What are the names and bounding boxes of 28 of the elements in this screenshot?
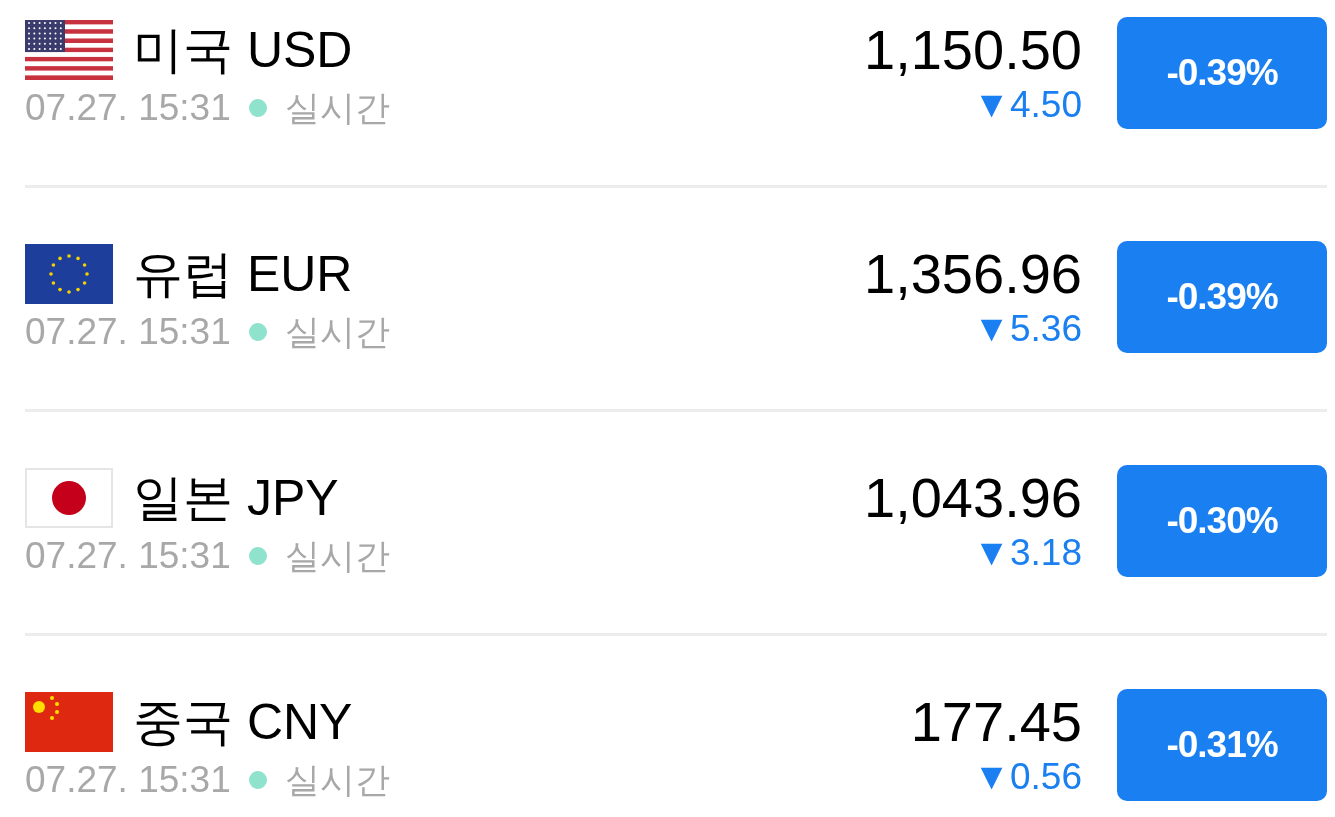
exchange-rate: 177.45 [910, 694, 1082, 750]
rate-change: ▼4.50 [973, 86, 1082, 123]
update-time: 07.27. 15:31 [25, 313, 231, 350]
rate-change: ▼3.18 [973, 534, 1082, 571]
exchange-rate: 1,356.96 [864, 246, 1082, 302]
exchange-rate: 1,150.50 [864, 22, 1082, 78]
status-label: 실시간 [284, 762, 390, 797]
rate-change: ▼0.56 [973, 758, 1082, 795]
china-flag-icon [25, 692, 113, 752]
status-label: 실시간 [284, 314, 390, 349]
japan-flag-icon [25, 468, 113, 528]
change-percent-button[interactable]: -0.39% [1117, 16, 1327, 129]
currency-name: 일본 JPY [133, 473, 339, 523]
status-label: 실시간 [284, 90, 390, 125]
currency-name: 중국 CNY [133, 697, 353, 747]
eu-flag-icon [25, 244, 113, 304]
change-percent-button[interactable]: -0.31% [1117, 688, 1327, 801]
change-percent-button[interactable]: -0.39% [1117, 240, 1327, 353]
change-percent-button[interactable]: -0.30% [1117, 464, 1327, 577]
update-time: 07.27. 15:31 [25, 89, 231, 126]
currency-name: 미국 USD [133, 25, 353, 75]
update-time: 07.27. 15:31 [25, 761, 231, 798]
exchange-rate: 1,043.96 [864, 470, 1082, 526]
update-time: 07.27. 15:31 [25, 537, 231, 574]
status-label: 실시간 [284, 538, 390, 573]
us-flag-icon [25, 20, 113, 80]
rate-change: ▼5.36 [973, 310, 1082, 347]
currency-name: 유럽 EUR [133, 249, 353, 299]
